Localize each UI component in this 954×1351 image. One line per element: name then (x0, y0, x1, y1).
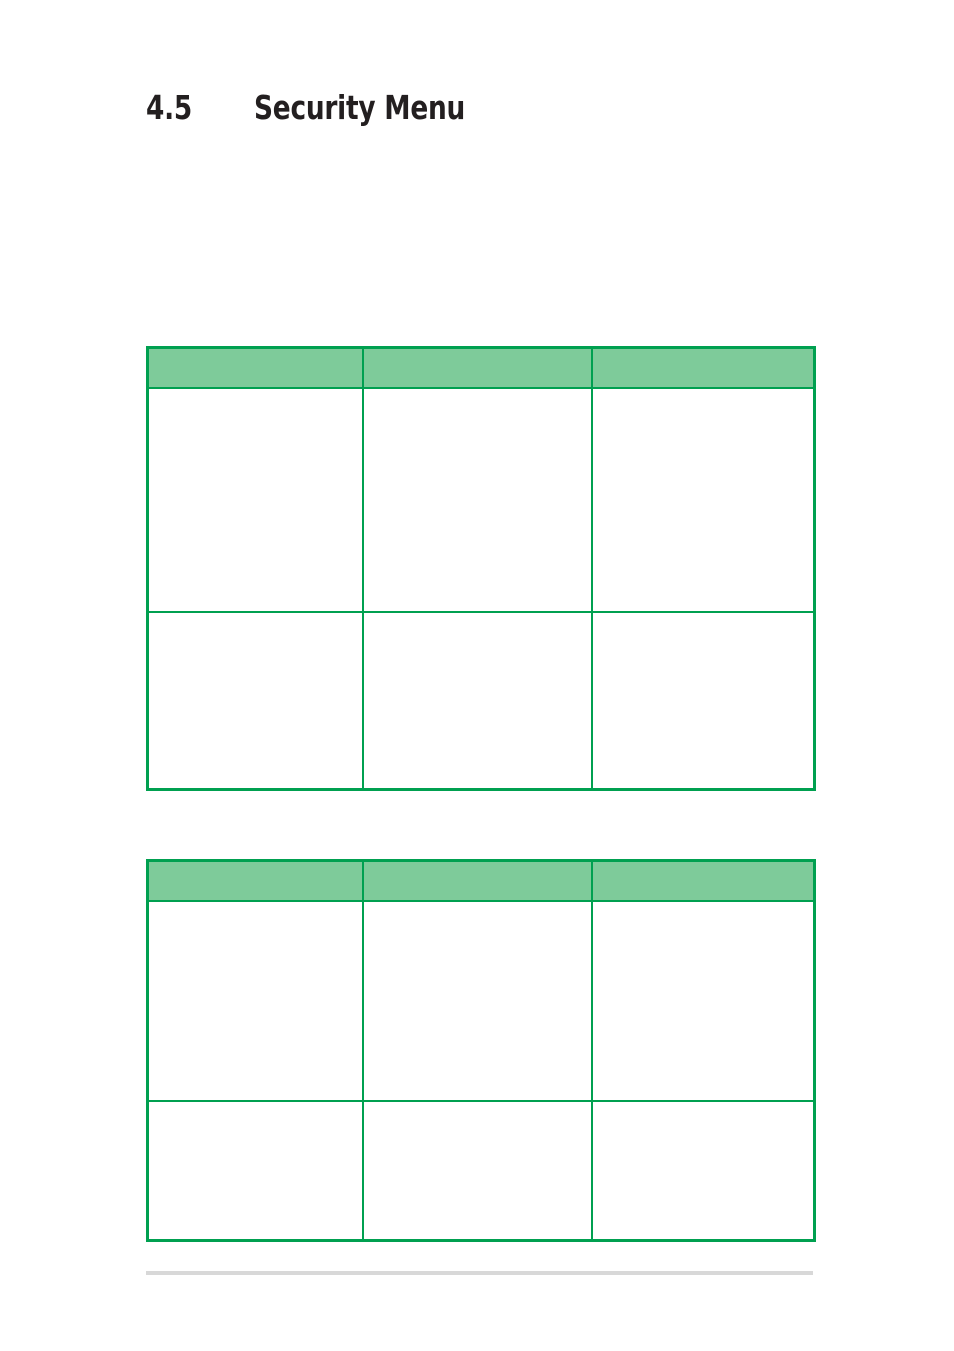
cell-text (364, 389, 591, 390)
cell-text (593, 1102, 814, 1103)
table-one-body (146, 387, 816, 791)
table-header-row (146, 859, 816, 902)
table-two-cell-r1c1 (146, 900, 364, 1102)
table-one-cell-r1c2 (361, 387, 593, 613)
header-cell-text (149, 349, 362, 350)
table-two-body (146, 900, 816, 1242)
footer-divider (146, 1271, 813, 1275)
table-one-cell-r2c1 (146, 611, 364, 791)
header-cell-text (364, 349, 591, 350)
table-two-header-cell-1 (146, 859, 364, 902)
table-two-cell-r2c2 (361, 1100, 593, 1242)
table-one-cell-r2c2 (361, 611, 593, 791)
header-cell-text (593, 349, 814, 350)
table-one-header-cell-2 (361, 346, 593, 389)
table-two-cell-r2c3 (590, 1100, 816, 1242)
table-row (146, 900, 816, 1102)
page-title: 4.5 Security Menu (146, 88, 826, 136)
table-one-header (146, 346, 816, 389)
table-two-cell-r1c3 (590, 900, 816, 1102)
cell-text (149, 389, 362, 390)
table-one-header-cell-1 (146, 346, 364, 389)
table-one-header-cell-3 (590, 346, 816, 389)
cell-text (593, 902, 814, 903)
header-cell-text (364, 862, 591, 863)
table-row (146, 611, 816, 791)
table-row (146, 387, 816, 613)
cell-text (364, 613, 591, 614)
document-page: 4.5 Security Menu (0, 0, 954, 1351)
spec-table-one (146, 346, 816, 791)
header-cell-text (149, 862, 362, 863)
table-one-cell-r1c1 (146, 387, 364, 613)
cell-text (593, 389, 814, 390)
cell-text (364, 902, 591, 903)
cell-text (149, 613, 362, 614)
section-number: 4.5 (146, 88, 193, 127)
cell-text (149, 902, 362, 903)
table-two-cell-r2c1 (146, 1100, 364, 1242)
table-two-cell-r1c2 (361, 900, 593, 1102)
cell-text (364, 1102, 591, 1103)
table-one-cell-r2c3 (590, 611, 816, 791)
table-two-header (146, 859, 816, 902)
cell-text (593, 613, 814, 614)
table-one-cell-r1c3 (590, 387, 816, 613)
table-two-header-cell-2 (361, 859, 593, 902)
table-header-row (146, 346, 816, 389)
table-row (146, 1100, 816, 1242)
table-two-header-cell-3 (590, 859, 816, 902)
section-title: Security Menu (254, 88, 466, 127)
spec-table-two (146, 859, 816, 1242)
cell-text (149, 1102, 362, 1103)
header-cell-text (593, 862, 814, 863)
